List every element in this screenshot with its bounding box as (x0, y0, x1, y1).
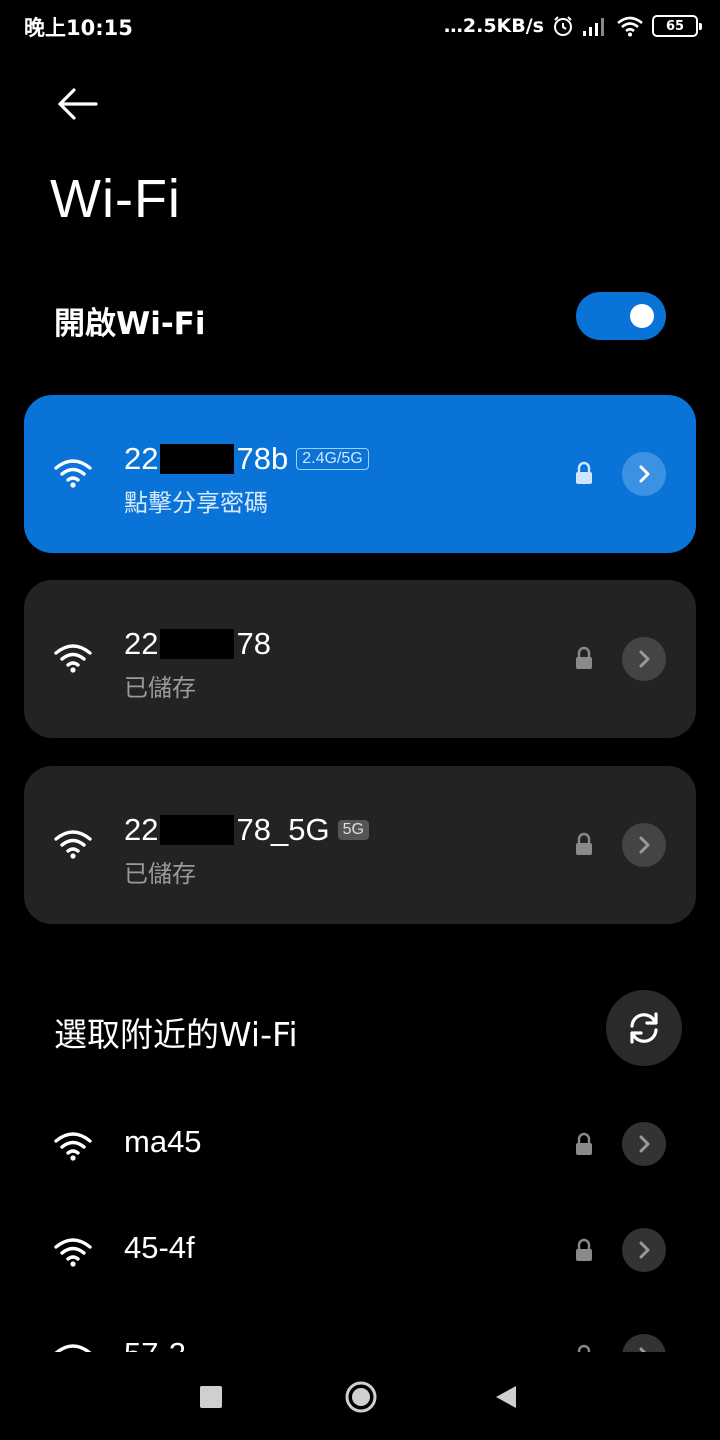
status-bar: 晚上10:15 …2.5KB/s 65 (0, 0, 720, 52)
nearby-networks-list: ma45 45-4f (0, 1100, 720, 1352)
network-subtitle: 已儲存 (124, 674, 196, 702)
wifi-icon (54, 1238, 92, 1267)
nearby-networks-title: 選取附近的Wi-Fi (54, 1015, 298, 1054)
lock-icon (576, 1132, 592, 1155)
lock-icon (576, 461, 592, 484)
lock-icon (576, 646, 592, 669)
back-arrow-icon[interactable] (52, 82, 102, 126)
network-speed: …2.5KB/s (443, 15, 544, 37)
band-badge: 2.4G/5G (296, 448, 369, 470)
network-details-button[interactable] (622, 1334, 666, 1352)
chevron-right-icon (639, 1347, 647, 1352)
chevron-right-icon (639, 650, 650, 668)
network-subtitle: 點擊分享密碼 (124, 489, 268, 517)
battery-icon: 65 (652, 15, 702, 37)
network-name: 57-2 (124, 1336, 186, 1352)
wifi-icon (54, 459, 92, 488)
wifi-icon (54, 1132, 92, 1161)
nearby-networks-header: 選取附近的Wi-Fi (54, 990, 682, 1066)
network-name-prefix: 22 (124, 441, 159, 476)
wifi-toggle-label: 開啟Wi-Fi (54, 306, 206, 342)
network-name-prefix: 22 (124, 812, 159, 847)
network-details-button[interactable] (622, 1228, 666, 1272)
saved-network-card-2[interactable]: 22 78 已儲存 (24, 580, 696, 738)
network-details-button[interactable] (622, 823, 666, 867)
network-name: 22 78_5G 5G (124, 810, 369, 850)
network-details-button[interactable] (622, 637, 666, 681)
network-details-button[interactable] (622, 452, 666, 496)
wifi-icon (54, 644, 92, 673)
network-name-suffix: 78 (236, 626, 271, 661)
chevron-right-icon (639, 836, 650, 854)
lock-icon (576, 1238, 592, 1261)
band-badge: 5G (337, 820, 369, 840)
saved-network-card-1[interactable]: 22 78b 2.4G/5G 點擊分享密碼 (24, 395, 696, 553)
alarm-icon (554, 16, 572, 36)
status-icons: …2.5KB/s 65 (443, 12, 702, 40)
refresh-icon (630, 1012, 658, 1044)
wifi-icon (54, 1344, 92, 1352)
lock-icon (576, 832, 592, 855)
redaction-block (160, 629, 235, 659)
nearby-network-item[interactable]: ma45 (24, 1104, 696, 1184)
toggle-knob (630, 304, 654, 328)
home-button[interactable] (344, 1380, 378, 1414)
refresh-button[interactable] (606, 990, 682, 1066)
battery-level: 65 (665, 18, 685, 34)
wifi-toggle-switch[interactable] (576, 292, 666, 340)
lock-icon (577, 1344, 591, 1352)
nearby-network-item[interactable]: 45-4f (24, 1210, 696, 1290)
network-name: 22 78b 2.4G/5G (124, 439, 369, 479)
network-name-prefix: 22 (124, 626, 159, 661)
network-name: 45-4f (124, 1230, 195, 1265)
status-time: 晚上10:15 (24, 16, 133, 40)
network-name-suffix: 78_5G (236, 812, 330, 847)
wifi-status-icon (617, 16, 643, 37)
chevron-right-icon (639, 1241, 650, 1259)
wifi-icon (54, 830, 92, 859)
redaction-block (160, 815, 235, 845)
chevron-right-icon (639, 1135, 650, 1153)
signal-icon (583, 18, 604, 36)
page-title: Wi-Fi (50, 169, 181, 229)
nearby-network-item[interactable]: 57-2 (24, 1316, 696, 1352)
network-subtitle: 已儲存 (124, 860, 196, 888)
back-button[interactable] (494, 1384, 518, 1410)
network-name: 22 78 (124, 624, 271, 664)
wifi-toggle-row: 開啟Wi-Fi (54, 290, 666, 344)
saved-network-card-3[interactable]: 22 78_5G 5G 已儲存 (24, 766, 696, 924)
chevron-right-icon (639, 465, 650, 483)
network-name: ma45 (124, 1124, 202, 1159)
recents-button[interactable] (200, 1386, 222, 1408)
system-nav-bar (0, 1356, 720, 1440)
network-name-suffix: 78b (236, 441, 289, 476)
redaction-block (160, 444, 235, 474)
network-details-button[interactable] (622, 1122, 666, 1166)
